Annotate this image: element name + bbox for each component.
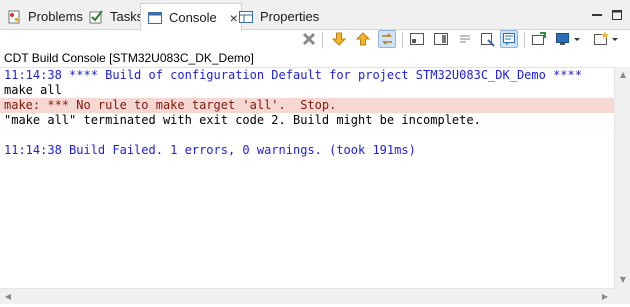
tab-problems[interactable]: Problems	[0, 3, 83, 30]
next-error-icon[interactable]	[330, 30, 348, 48]
console-line: "make all" terminated with exit code 2. …	[4, 113, 481, 127]
tab-label: Tasks	[110, 9, 144, 24]
console-output[interactable]: 11:14:38 **** Build of configuration Def…	[0, 67, 614, 287]
word-wrap-icon[interactable]	[456, 30, 474, 48]
tab-label: Console	[169, 10, 217, 25]
tab-console[interactable]: Console ×	[140, 3, 242, 31]
chevron-down-icon[interactable]	[572, 30, 582, 48]
new-console-icon[interactable]	[592, 30, 610, 48]
scroll-up-icon[interactable]: ▲	[615, 67, 630, 83]
console-line: 11:14:38 **** Build of configuration Def…	[4, 68, 582, 82]
tab-tasks[interactable]: Tasks	[82, 3, 143, 30]
scrollbar-corner	[614, 288, 630, 304]
console-icon	[147, 10, 163, 26]
chevron-down-icon[interactable]	[610, 30, 620, 48]
terminate-icon[interactable]	[300, 30, 318, 48]
pin-console-icon[interactable]	[500, 30, 518, 48]
vertical-scrollbar[interactable]: ▲ ▼	[614, 67, 630, 289]
tab-properties[interactable]: Properties	[232, 3, 319, 30]
scroll-lock-icon[interactable]	[432, 30, 450, 48]
horizontal-scrollbar[interactable]: ◀ ▶	[0, 288, 614, 304]
minimize-icon[interactable]	[590, 8, 604, 22]
link-with-editor-icon[interactable]	[378, 30, 396, 48]
tab-label: Properties	[260, 9, 320, 24]
console-error-line: make: *** No rule to make target 'all'. …	[0, 98, 614, 113]
problems-icon	[6, 9, 22, 25]
tasks-icon	[88, 9, 104, 25]
scroll-left-icon[interactable]: ◀	[0, 289, 16, 305]
console-line: make all	[4, 83, 62, 97]
previous-error-icon[interactable]	[354, 30, 372, 48]
properties-icon	[238, 9, 254, 25]
display-selected-console-icon[interactable]	[554, 30, 572, 48]
tab-label: Problems	[28, 9, 83, 24]
console-title: CDT Build Console [STM32U083C_DK_Demo]	[4, 51, 254, 65]
maximize-icon[interactable]	[610, 8, 624, 22]
scroll-down-icon[interactable]: ▼	[615, 272, 630, 288]
console-line: 11:14:38 Build Failed. 1 errors, 0 warni…	[4, 143, 416, 157]
open-console-icon[interactable]	[530, 30, 548, 48]
console-toolbar	[0, 30, 630, 50]
show-console-icon[interactable]	[408, 30, 426, 48]
scroll-right-icon[interactable]: ▶	[597, 289, 613, 305]
clear-console-icon[interactable]	[478, 30, 496, 48]
view-tab-bar: Problems Tasks Console × Properties	[0, 0, 630, 31]
